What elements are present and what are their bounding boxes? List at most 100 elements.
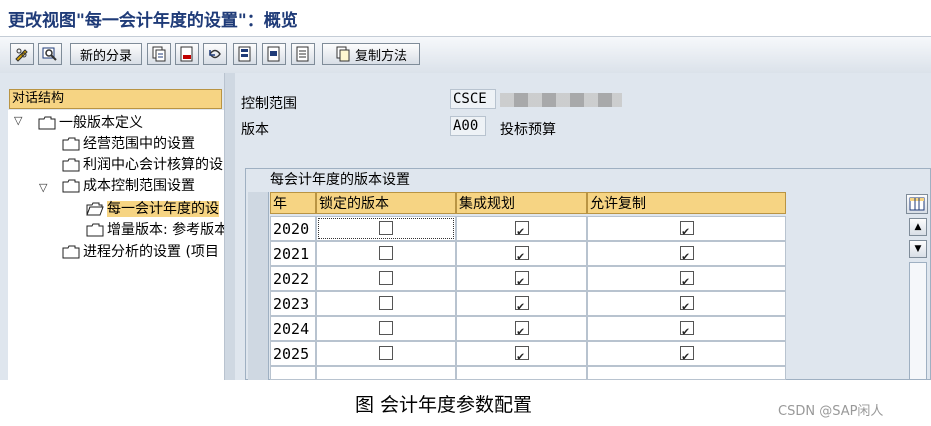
integrated-planning-checkbox[interactable] (515, 244, 529, 269)
select-all-button[interactable] (233, 43, 257, 65)
delete-row-icon (180, 46, 193, 62)
table-row: 2021 (270, 241, 786, 269)
locked-cell (316, 291, 456, 316)
copy-allowed-checkbox[interactable] (680, 219, 694, 244)
scroll-down-button[interactable]: ▼ (909, 240, 927, 258)
integrated-cell (456, 216, 587, 244)
pane-splitter[interactable] (224, 73, 235, 380)
copy-method-label: 复制方法 (354, 48, 407, 64)
tree-node-general-version[interactable]: 一般版本定义 (38, 113, 143, 133)
copy-allowed-checkbox[interactable] (680, 269, 694, 294)
column-header-integrated-planning[interactable]: 集成规划 (456, 192, 587, 214)
table-row: 2025 (270, 341, 786, 369)
year-cell[interactable]: 2024 (270, 316, 316, 341)
copy-method-icon (336, 46, 350, 62)
table-settings-icon (909, 197, 925, 211)
version-field[interactable]: A00 (450, 116, 486, 136)
window-title: 更改视图"每一会计年度的设置"：概览 (8, 11, 298, 31)
tree-expand-toggle[interactable]: ▽ (39, 181, 47, 194)
integrated-planning-checkbox[interactable] (515, 269, 529, 294)
new-entries-label: 新的分录 (79, 48, 132, 64)
year-cell[interactable]: 2023 (270, 291, 316, 316)
tree-expand-toggle[interactable]: ▽ (14, 114, 22, 127)
copy-allowed-checkbox[interactable] (680, 319, 694, 344)
locked-version-checkbox[interactable] (379, 221, 393, 235)
magnifier-icon (42, 47, 57, 61)
column-header-year[interactable]: 年 (270, 192, 316, 214)
year-cell[interactable]: 2022 (270, 266, 316, 291)
select-all-icon (238, 46, 251, 62)
empty-cell[interactable] (456, 366, 587, 380)
tree-node-controlling-area[interactable]: 成本控制范围设置 (62, 176, 195, 196)
undo-change-button[interactable] (203, 43, 227, 65)
table-title: 每会计年度的版本设置 (246, 169, 870, 191)
year-cell[interactable]: 2021 (270, 241, 316, 266)
copy-as-button[interactable] (147, 43, 171, 65)
table-settings-button[interactable] (906, 194, 928, 214)
new-entries-button[interactable]: 新的分录 (70, 43, 142, 65)
column-header-copy-allowed[interactable]: 允许复制 (587, 192, 786, 214)
tree-node-delta-version[interactable]: 增量版本: 参考版本 (86, 220, 224, 240)
empty-cell[interactable] (316, 366, 456, 380)
locked-version-checkbox[interactable] (379, 321, 393, 335)
copy-allowed-checkbox[interactable] (680, 344, 694, 369)
copy-allowed-checkbox[interactable] (680, 244, 694, 269)
empty-cell[interactable] (270, 366, 316, 380)
delete-button[interactable] (175, 43, 199, 65)
vertical-scrollbar[interactable] (909, 262, 927, 380)
tree-node-fiscal-year-settings[interactable]: 每一会计年度的设 (86, 199, 224, 219)
locked-cell (316, 316, 456, 341)
integrated-cell (456, 316, 587, 344)
select-block-button[interactable] (262, 43, 286, 65)
locked-cell (316, 341, 456, 366)
watermark: CSDN @SAP闲人 (778, 404, 884, 419)
integrated-cell (456, 266, 587, 294)
integrated-planning-checkbox[interactable] (515, 219, 529, 244)
copy-cell (587, 216, 786, 244)
integrated-planning-checkbox[interactable] (515, 344, 529, 369)
controlling-area-label: 控制范围 (241, 96, 297, 112)
year-cell[interactable]: 2025 (270, 341, 316, 366)
copy-icon (152, 46, 166, 62)
copy-cell (587, 266, 786, 294)
change-display-button[interactable] (10, 43, 34, 65)
display-button[interactable] (38, 43, 62, 65)
year-cell[interactable]: 2020 (270, 216, 316, 241)
integrated-cell (456, 341, 587, 369)
locked-version-checkbox[interactable] (379, 296, 393, 310)
locked-cell (316, 266, 456, 291)
version-description: 投标预算 (500, 122, 556, 138)
figure-caption: 图 会计年度参数配置 (355, 394, 533, 416)
table-row: 2023 (270, 291, 786, 319)
locked-cell (316, 241, 456, 266)
folder-icon (86, 223, 104, 237)
undo-icon (209, 49, 221, 59)
locked-version-checkbox[interactable] (379, 346, 393, 360)
controlling-area-field[interactable]: CSCE (450, 89, 496, 109)
column-header-locked[interactable]: 锁定的版本 (316, 192, 456, 214)
select-block-icon (267, 46, 280, 62)
tree-node-operating-concern[interactable]: 经营范围中的设置 (62, 134, 195, 154)
row-selector-column[interactable] (248, 192, 269, 380)
tree-node-progress-analysis[interactable]: 进程分析的设置 (项目 (62, 242, 224, 262)
empty-table-row (270, 366, 786, 380)
figure-caption-area: 图 会计年度参数配置 CSDN @SAP闲人 (0, 380, 931, 426)
deselect-all-button[interactable] (291, 43, 315, 65)
dialog-structure-header: 对话结构 (9, 89, 222, 109)
copy-cell (587, 241, 786, 269)
title-bar: 更改视图"每一会计年度的设置"：概览 (0, 0, 931, 37)
application-toolbar: 新的分录 复制方法 (0, 37, 931, 74)
locked-version-checkbox[interactable] (379, 271, 393, 285)
copy-method-button[interactable]: 复制方法 (322, 43, 420, 65)
copy-allowed-checkbox[interactable] (680, 294, 694, 319)
empty-cell[interactable] (587, 366, 786, 380)
tree-node-profit-center[interactable]: 利润中心会计核算的设 (62, 155, 224, 175)
locked-version-checkbox[interactable] (379, 246, 393, 260)
integrated-planning-checkbox[interactable] (515, 319, 529, 344)
integrated-planning-checkbox[interactable] (515, 294, 529, 319)
scroll-up-button[interactable]: ▲ (909, 218, 927, 236)
folder-icon (62, 179, 80, 193)
table-row: 2020 (270, 216, 786, 244)
copy-cell (587, 316, 786, 344)
copy-cell (587, 291, 786, 319)
